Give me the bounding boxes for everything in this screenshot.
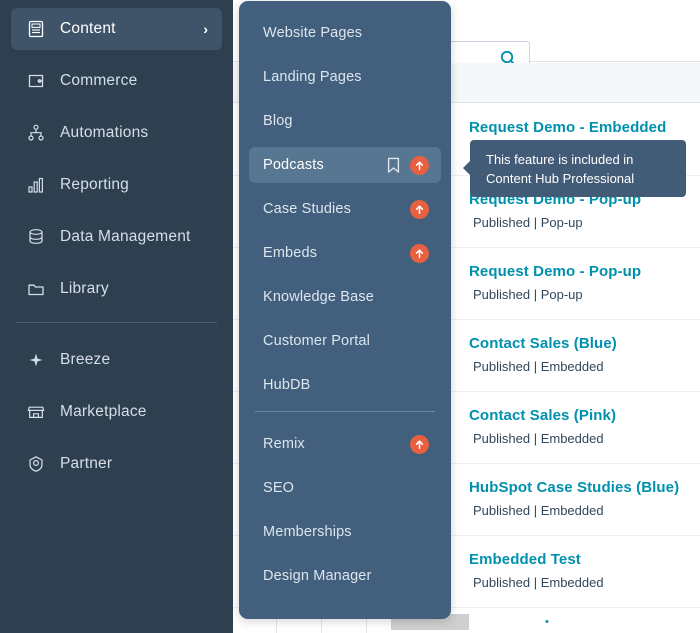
flyout-item-icons — [410, 243, 429, 263]
flyout-item-podcasts[interactable]: Podcasts — [249, 147, 441, 183]
flyout-item-label: Podcasts — [263, 157, 324, 173]
flyout-item-seo[interactable]: SEO — [249, 470, 441, 506]
sidebar-item-label: Reporting — [60, 176, 130, 193]
flyout-item-blog[interactable]: Blog — [249, 103, 441, 139]
row-title[interactable]: Request Demo - Embedded — [469, 119, 700, 136]
badge-icon — [25, 453, 47, 475]
flyout-item-label: Knowledge Base — [263, 289, 374, 305]
flyout-item-design-manager[interactable]: Design Manager — [249, 558, 441, 594]
sidebar-item-library[interactable]: Library — [11, 268, 222, 310]
row-title[interactable]: HubSpot Case Studies (Blue) — [469, 479, 700, 496]
flyout-item-label: HubDB — [263, 377, 311, 393]
row-meta: Published | Embedded — [473, 431, 604, 446]
wallet-icon — [25, 70, 47, 92]
upgrade-badge-icon[interactable] — [410, 434, 429, 454]
upgrade-badge-icon[interactable] — [410, 243, 429, 263]
upgrade-badge-icon[interactable] — [410, 199, 429, 219]
flyout-item-label: Blog — [263, 113, 293, 129]
sidebar-item-label: Automations — [60, 124, 149, 141]
sidebar-item-commerce[interactable]: Commerce — [11, 60, 222, 102]
sidebar-item-label: Partner — [60, 455, 113, 472]
row-meta: Published | Embedded — [473, 359, 604, 374]
flyout-item-remix[interactable]: Remix — [249, 426, 441, 462]
pagination-marker: • — [545, 615, 549, 628]
sidebar-item-label: Breeze — [60, 351, 111, 368]
flyout-item-memberships[interactable]: Memberships — [249, 514, 441, 550]
row-meta: Published | Embedded — [473, 503, 604, 518]
chevron-right-icon: › — [203, 21, 208, 37]
tooltip-line-1: This feature is included in — [486, 152, 634, 167]
sidebar-item-breeze[interactable]: Breeze — [11, 339, 222, 381]
sidebar-item-content[interactable]: Content › — [11, 8, 222, 50]
sidebar-item-reporting[interactable]: Reporting — [11, 164, 222, 206]
app-root: Request Demo - Embedded Published | Embe… — [0, 0, 700, 633]
flyout-item-knowledge-base[interactable]: Knowledge Base — [249, 279, 441, 315]
flyout-item-case-studies[interactable]: Case Studies — [249, 191, 441, 227]
row-title[interactable]: Embedded Test — [469, 551, 700, 568]
folder-icon — [25, 278, 47, 300]
flyout-item-label: Design Manager — [263, 568, 372, 584]
flyout-item-hubdb[interactable]: HubDB — [249, 367, 441, 403]
document-icon — [25, 18, 47, 40]
bar-chart-icon — [25, 174, 47, 196]
flyout-item-label: Landing Pages — [263, 69, 362, 85]
bookmark-icon[interactable] — [386, 157, 401, 174]
sidebar-item-label: Content — [60, 20, 116, 37]
sparkle-icon — [25, 349, 47, 371]
flyout-divider — [255, 411, 435, 412]
tooltip-arrow — [463, 160, 471, 176]
sidebar-item-automations[interactable]: Automations — [11, 112, 222, 154]
sidebar-item-label: Library — [60, 280, 109, 297]
row-meta: Published | Pop-up — [473, 215, 583, 230]
sidebar-item-label: Marketplace — [60, 403, 147, 420]
flyout-item-icons — [386, 155, 429, 175]
flyout-item-label: Embeds — [263, 245, 318, 261]
flyout-item-label: SEO — [263, 480, 295, 496]
row-title[interactable]: Contact Sales (Blue) — [469, 335, 700, 352]
sidebar: Content › Commerce Automations Reporting… — [0, 0, 233, 633]
workflow-icon — [25, 122, 47, 144]
sidebar-item-data-management[interactable]: Data Management — [11, 216, 222, 258]
flyout-item-icons — [410, 434, 429, 454]
flyout-item-label: Customer Portal — [263, 333, 371, 349]
sidebar-item-partner[interactable]: Partner — [11, 443, 222, 485]
flyout-item-landing-pages[interactable]: Landing Pages — [249, 59, 441, 95]
sidebar-divider — [16, 322, 217, 323]
row-title[interactable]: Request Demo - Pop-up — [469, 263, 700, 280]
row-meta: Published | Pop-up — [473, 287, 583, 302]
tooltip-line-2: Content Hub Professional — [486, 171, 635, 186]
flyout-item-label: Memberships — [263, 524, 352, 540]
upgrade-tooltip: This feature is included in Content Hub … — [463, 140, 686, 197]
row-meta: Published | Embedded — [473, 575, 604, 590]
flyout-item-website-pages[interactable]: Website Pages — [249, 15, 441, 51]
content-submenu-flyout: Website Pages Landing Pages Blog Podcast… — [239, 1, 451, 619]
flyout-item-embeds[interactable]: Embeds — [249, 235, 441, 271]
row-title[interactable]: Contact Sales (Pink) — [469, 407, 700, 424]
sidebar-item-label: Commerce — [60, 72, 138, 89]
database-icon — [25, 226, 47, 248]
sidebar-item-marketplace[interactable]: Marketplace — [11, 391, 222, 433]
flyout-item-label: Website Pages — [263, 25, 363, 41]
flyout-item-customer-portal[interactable]: Customer Portal — [249, 323, 441, 359]
upgrade-badge-icon[interactable] — [410, 155, 429, 175]
storefront-icon — [25, 401, 47, 423]
flyout-item-icons — [410, 199, 429, 219]
sidebar-item-label: Data Management — [60, 228, 191, 245]
flyout-item-label: Case Studies — [263, 201, 352, 217]
flyout-item-label: Remix — [263, 436, 305, 452]
